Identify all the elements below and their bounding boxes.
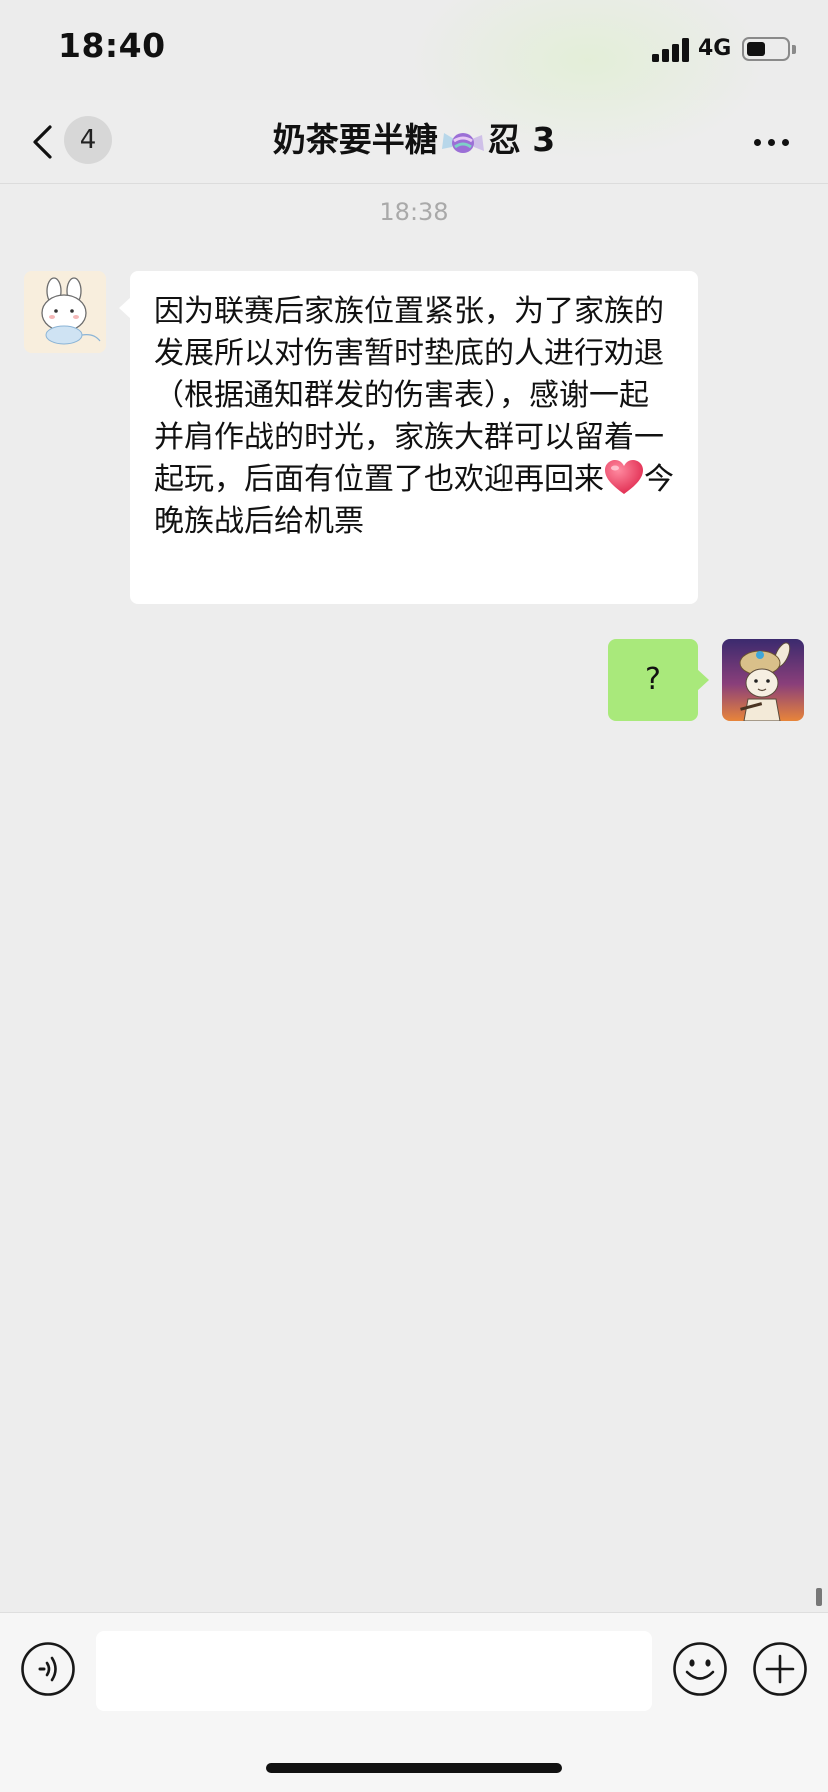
battery-level xyxy=(747,42,765,56)
sender-avatar[interactable] xyxy=(24,271,106,353)
bunny-avatar-icon xyxy=(24,271,106,353)
message-input[interactable] xyxy=(96,1631,652,1711)
candy-icon xyxy=(441,132,484,153)
back-icon[interactable] xyxy=(30,124,60,160)
battery-icon xyxy=(742,37,790,61)
scroll-indicator xyxy=(816,1588,822,1606)
network-label: 4G xyxy=(698,36,732,61)
status-time: 18:40 xyxy=(58,26,166,65)
my-avatar[interactable] xyxy=(722,639,804,721)
chat-screen: 18:40 4G 4 奶茶要半糖 忍 3 18:38 因为联赛后家族位置紧张，为… xyxy=(0,0,828,1792)
more-options-icon[interactable] xyxy=(752,128,792,156)
received-message-text: 因为联赛后家族位置紧张，为了家族的发展所以对伤害暂时垫底的人进行劝退（根据通知群… xyxy=(154,294,664,497)
chat-title: 奶茶要半糖 忍 3 xyxy=(150,116,678,164)
unread-badge[interactable]: 4 xyxy=(64,116,112,164)
voice-icon[interactable] xyxy=(20,1641,76,1697)
home-indicator[interactable] xyxy=(266,1763,562,1773)
emoji-icon[interactable] xyxy=(672,1641,728,1697)
message-timestamp: 18:38 xyxy=(379,198,449,226)
heart-icon xyxy=(605,460,643,494)
sent-message-text: ? xyxy=(645,662,661,697)
chat-title-text-end: 忍 3 xyxy=(487,120,556,159)
nav-bar: 4 奶茶要半糖 忍 3 xyxy=(0,100,828,184)
plus-icon[interactable] xyxy=(752,1641,808,1697)
chat-title-text-start: 奶茶要半糖 xyxy=(272,120,438,159)
status-bar: 18:40 4G xyxy=(0,0,828,160)
sent-message-bubble[interactable]: ? xyxy=(608,639,709,721)
received-message-bubble[interactable]: 因为联赛后家族位置紧张，为了家族的发展所以对伤害暂时垫底的人进行劝退（根据通知群… xyxy=(119,271,698,604)
turban-rabbit-avatar-icon xyxy=(722,639,804,721)
signal-icon xyxy=(652,38,690,62)
